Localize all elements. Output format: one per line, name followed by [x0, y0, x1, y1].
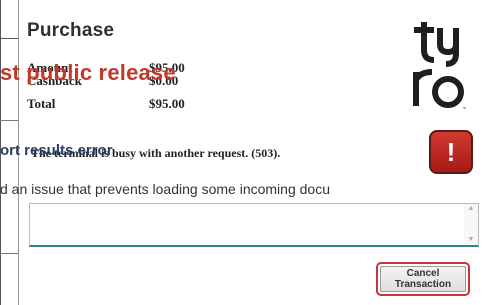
tyro-logo-icon: ™ [413, 22, 466, 111]
total-label: Total [27, 96, 56, 111]
total-value: $95.00 [149, 96, 185, 111]
scroll-down-icon[interactable]: ▼ [464, 235, 478, 245]
divider [0, 253, 20, 254]
transaction-label: Transaction [394, 279, 452, 290]
exclamation-icon: ! [429, 130, 473, 174]
cancel-label: Cancel [406, 268, 440, 279]
cancel-transaction-button[interactable]: Cancel Transaction [376, 262, 470, 296]
background-heading: st public release [0, 60, 176, 85]
screen: Purchase Amount $95.00 Cashback $0.00 To… [0, 0, 487, 305]
scroll-up-icon[interactable]: ▲ [464, 204, 478, 214]
textarea-scrollbar[interactable]: ▲ ▼ [464, 204, 478, 245]
divider [0, 38, 20, 39]
svg-text:™: ™ [462, 106, 466, 111]
dialog-title: Purchase [27, 20, 115, 41]
divider [0, 120, 20, 121]
cancel-button-face[interactable]: Cancel Transaction [380, 266, 466, 292]
response-textarea[interactable] [29, 203, 479, 247]
background-subheading: ort results error [0, 142, 113, 159]
background-body-text: d an issue that prevents loading some in… [0, 181, 330, 197]
